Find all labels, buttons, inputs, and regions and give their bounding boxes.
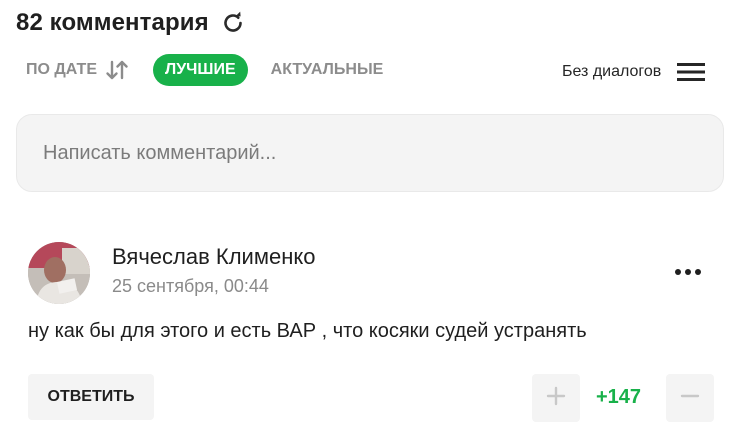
- sort-best-tab[interactable]: ЛУЧШИЕ: [153, 54, 248, 86]
- upvote-button[interactable]: [532, 374, 580, 422]
- hamburger-icon: [677, 62, 706, 82]
- plus-icon: [546, 386, 566, 411]
- sort-bar: ПО ДАТЕ ЛУЧШИЕ АКТУАЛЬНЫЕ: [26, 54, 383, 86]
- sort-arrows-icon: [105, 59, 129, 81]
- sort-actual-tab[interactable]: АКТУАЛЬНЫЕ: [271, 61, 384, 79]
- sort-by-date-label: ПО ДАТЕ: [26, 61, 97, 78]
- comment-input[interactable]: [41, 140, 685, 166]
- refresh-icon[interactable]: [221, 11, 245, 35]
- sort-by-date-tab[interactable]: ПО ДАТЕ: [26, 59, 129, 81]
- comment-author[interactable]: Вячеслав Клименко: [112, 244, 315, 270]
- no-dialogs-toggle[interactable]: Без диалогов: [562, 58, 706, 86]
- comment-score: +147: [596, 386, 642, 408]
- more-dots-icon[interactable]: [672, 262, 704, 282]
- minus-icon: [680, 386, 700, 411]
- no-dialogs-label: Без диалогов: [562, 63, 662, 80]
- comment-text: ну как бы для этого и есть ВАР , что кос…: [28, 320, 587, 342]
- avatar[interactable]: [28, 242, 90, 304]
- reply-button[interactable]: ОТВЕТИТЬ: [28, 374, 154, 420]
- comment-input-box[interactable]: [16, 114, 724, 192]
- downvote-button[interactable]: [666, 374, 714, 422]
- sort-best-label: ЛУЧШИЕ: [165, 61, 236, 78]
- comments-header: 82 комментария: [16, 6, 245, 40]
- comment-date: 25 сентября, 00:44: [112, 276, 269, 296]
- comments-count-title: 82 комментария: [16, 9, 209, 36]
- sort-actual-label: АКТУАЛЬНЫЕ: [270, 61, 384, 78]
